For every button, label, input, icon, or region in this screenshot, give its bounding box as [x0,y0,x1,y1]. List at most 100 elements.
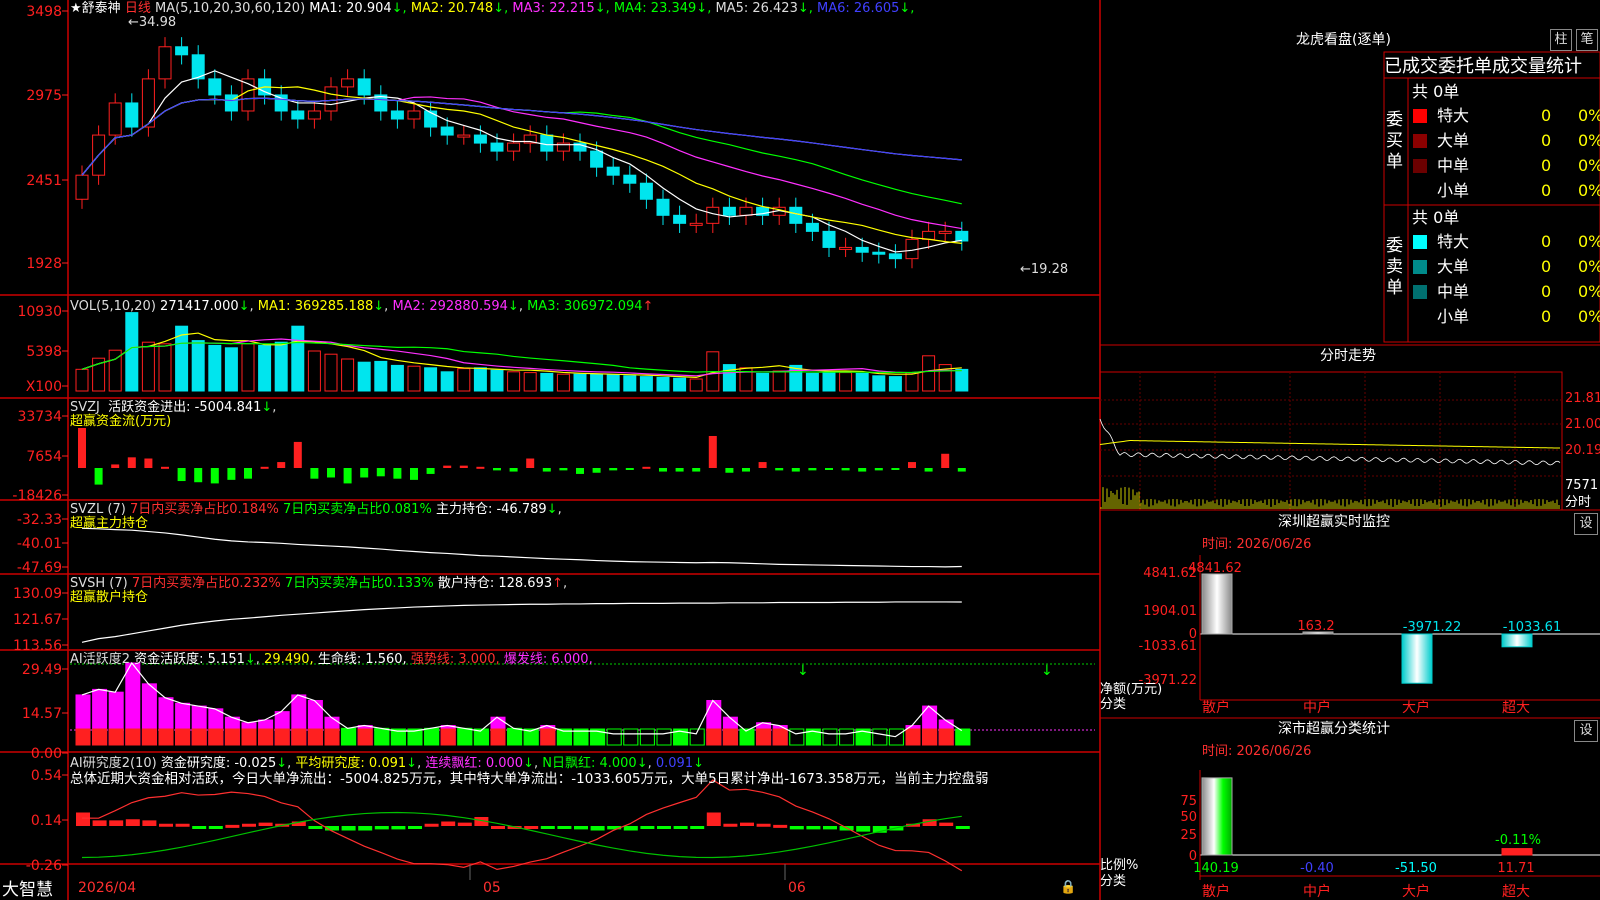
svsh-title: SVSH (7) [70,576,128,591]
volume-bar [590,373,604,392]
volume-bar [473,367,487,392]
sell-row-volume: 0 [1541,257,1552,276]
lock-icon[interactable]: 🔒 [1060,880,1076,895]
research-bar [175,823,190,827]
candle [324,86,338,112]
candle [125,102,139,128]
sell-row-name: 小单 [1437,307,1470,326]
volume-bar [307,350,321,392]
buy-row-name: 大单 [1437,131,1470,150]
fund-flow-bar [360,468,369,478]
fund-flow-bar [127,457,136,468]
fund-flow-bar [194,468,203,483]
candle [108,102,122,136]
research-bar [939,822,954,826]
candle [407,110,421,120]
candle [158,46,172,80]
fund-flow-bar [941,453,950,468]
cls-axis-tick: 75 [1180,794,1197,809]
vol-value: 271417.000 [160,299,239,314]
svsh-c: 散户持仓: 128.693 [437,576,553,591]
cls-category-label: 大户 [1402,883,1430,900]
ai-active-b: 29.490, [264,652,314,667]
research-bar [341,826,356,831]
vol-header: VOL(5,10,20) 271417.000↓, MA1: 369285.18… [70,299,654,314]
ai-active-header: AI活跃度2 资金活跃度: 5.151↓, 29.490, 生命线: 1.560… [70,652,593,667]
fund-flow-bar [144,458,153,468]
candle [872,251,886,255]
y-axis-tick: -18426 [12,488,62,504]
activity-base-bar [141,728,157,746]
research-bar [640,826,655,829]
ai-research-header: AI研究度2(10) 资金研究度: -0.025↓, 平均研究度: 0.091↓… [70,756,704,771]
svzl-title: SVZL (7) [70,502,126,517]
y-axis-tick: X100 [26,379,62,395]
sell-row-volume: 0 [1541,282,1552,301]
stock-name[interactable]: 舒泰神 [82,1,121,16]
svzj-title: SVZJ [70,400,100,415]
candle [274,94,288,112]
svsh-sub: 超赢散户持仓 [70,590,149,605]
monitor-settings-button[interactable]: 设 [1574,513,1598,535]
candle [639,182,653,200]
main-header: ★舒泰神 日线 MA(5,10,20,30,60,120) MA1: 20.90… [70,1,914,16]
svzj-header: SVZJ 活跃资金进出: -5004.841↓, [70,400,277,415]
stat-title: 已成交委托单成交量统计 [1384,56,1582,77]
ai-research-b: 平均研究度: 0.091 [295,756,407,771]
research-bar [823,826,837,830]
cls-bar-label: -0.40 [1300,861,1334,876]
research-bar [491,826,505,829]
volume-bar [440,371,454,392]
low-label: ←19.28 [1020,262,1069,277]
fund-flow-bar [576,468,584,474]
fund-flow-bar [327,468,335,478]
volume-bar [556,373,570,392]
monitor-bar-label: 163.2 [1297,619,1334,634]
cls-category-label: 超大 [1502,884,1530,900]
tick-view-button[interactable]: 笔 [1576,29,1598,51]
volume-bar [424,367,438,392]
research-bar [125,819,140,826]
monitor-bar [1401,633,1433,684]
y-axis-tick: 113.56 [13,638,62,654]
cls-bar-label: -51.50 [1395,861,1437,876]
app-name: 大智慧 [2,880,53,900]
research-bar [657,826,671,829]
volume-bar [905,372,919,392]
candle [922,230,936,240]
volume-bar [922,355,936,392]
cls-top-label: -0.11% [1495,833,1541,848]
research-bar [391,826,406,830]
volume-bar [324,353,338,392]
research-bar [441,821,456,826]
volume-bar [872,375,886,392]
monitor-bar [1201,573,1233,635]
fund-flow-bar [293,441,302,468]
volume-bar [540,372,554,392]
candle [208,78,222,96]
svzj-desc: 活跃资金进出: -5004.841 [108,400,262,415]
candle [341,78,355,88]
intraday-axis-tick: 20.19 [1565,443,1600,458]
y-axis-tick: 121.67 [13,612,62,628]
volume-bar [689,378,703,392]
fund-flow-bar [277,462,286,468]
sell-side-label: 委 卖 单 [1386,236,1403,298]
column-view-button[interactable]: 柱 [1550,29,1572,51]
activity-base-bar [490,728,506,746]
activity-base-bar [722,728,738,746]
activity-base-bar [191,728,207,746]
fund-flow-bar [459,465,468,468]
fund-flow-bar [376,468,385,477]
volume-bar [606,374,620,392]
activity-base-bar [955,728,971,746]
activity-base-bar [324,728,340,746]
monitor-bar-label: -1033.61 [1503,620,1561,635]
buy-row-percent: 0% [1578,156,1600,175]
cls-settings-button[interactable]: 设 [1574,720,1598,742]
period-label[interactable]: 日线 [125,1,151,16]
volume-bar [523,372,537,392]
research-bar [457,822,472,826]
research-bar [142,820,157,826]
y-axis-tick: -47.69 [17,560,62,576]
